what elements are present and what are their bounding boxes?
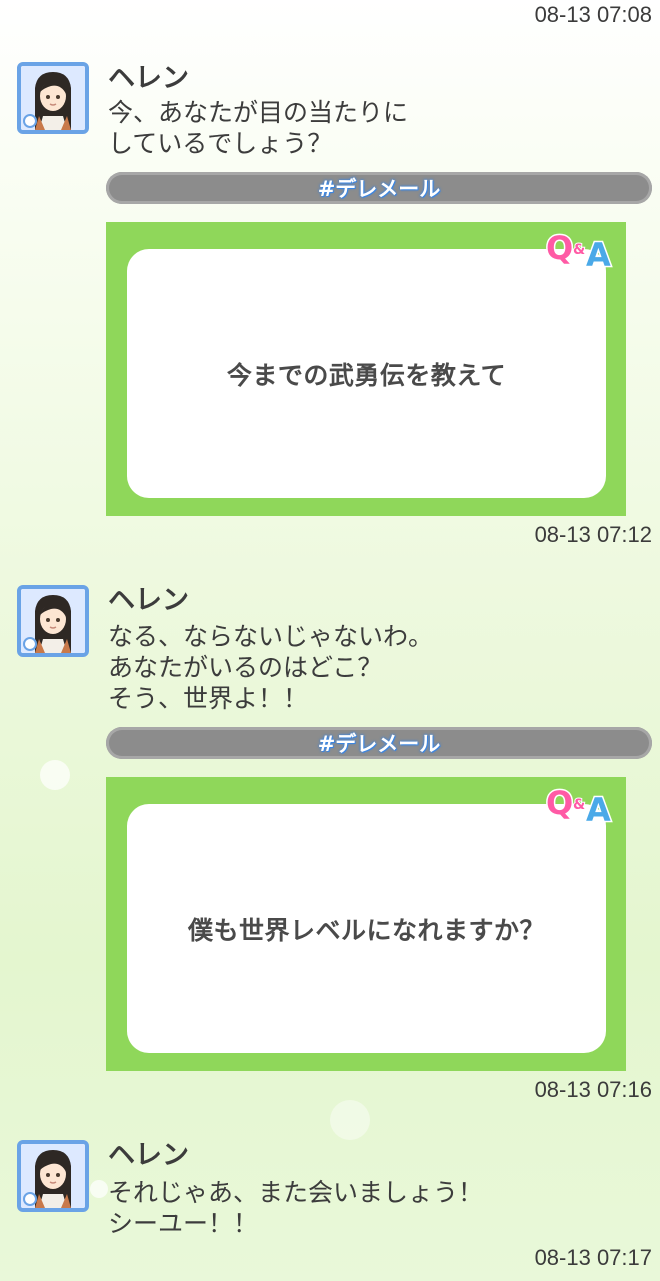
message-text: それじゃあ、また会いましょう！ シーユー！！ — [108, 1178, 484, 1238]
svg-text:Q: Q — [546, 784, 573, 822]
sender-avatar[interactable] — [17, 585, 89, 657]
svg-text:Q: Q — [546, 229, 573, 267]
qa-question: 僕も世界レベルになれますか？ — [187, 915, 545, 945]
svg-text:&: & — [573, 242, 585, 258]
timestamp: 08-13 07:12 — [534, 522, 652, 547]
hashtag-bar[interactable]: #デレメール — [106, 727, 652, 759]
background-sparkle — [330, 1100, 370, 1140]
message-text: 今、あなたが目の当たりに しているでしょう？ — [108, 98, 409, 158]
hashtag-label: #デレメール — [317, 177, 441, 201]
qa-logo-icon: Q & A — [545, 783, 613, 828]
svg-text:&: & — [573, 797, 585, 813]
timestamp: 08-13 07:08 — [534, 2, 652, 27]
qa-card-body: 今までの武勇伝を教えて — [127, 249, 606, 498]
sender-name: ヘレン — [108, 63, 189, 94]
qa-card[interactable]: 今までの武勇伝を教えて Q & A — [106, 222, 626, 516]
gem-icon — [23, 1192, 37, 1206]
hashtag-bar[interactable]: #デレメール — [106, 172, 652, 204]
sender-name: ヘレン — [108, 585, 189, 616]
qa-logo-icon: Q & A — [545, 228, 613, 273]
message-text: なる、ならないじゃないわ。 あなたがいるのはどこ？ そう、世界よ！！ — [108, 622, 434, 713]
svg-text:A: A — [586, 791, 611, 827]
timestamp: 08-13 07:16 — [534, 1077, 652, 1102]
qa-card-body: 僕も世界レベルになれますか？ — [127, 804, 606, 1053]
background-sparkle — [90, 1180, 108, 1198]
gem-icon — [23, 637, 37, 651]
qa-card[interactable]: 僕も世界レベルになれますか？ Q & A — [106, 777, 626, 1071]
sender-avatar[interactable] — [17, 62, 89, 134]
sender-avatar[interactable] — [17, 1140, 89, 1212]
qa-question: 今までの武勇伝を教えて — [226, 360, 507, 390]
sender-name: ヘレン — [108, 1140, 189, 1171]
svg-text:A: A — [586, 236, 611, 272]
gem-icon — [23, 114, 37, 128]
hashtag-label: #デレメール — [317, 732, 441, 756]
background-sparkle — [40, 760, 70, 790]
timestamp: 08-13 07:17 — [534, 1245, 652, 1270]
